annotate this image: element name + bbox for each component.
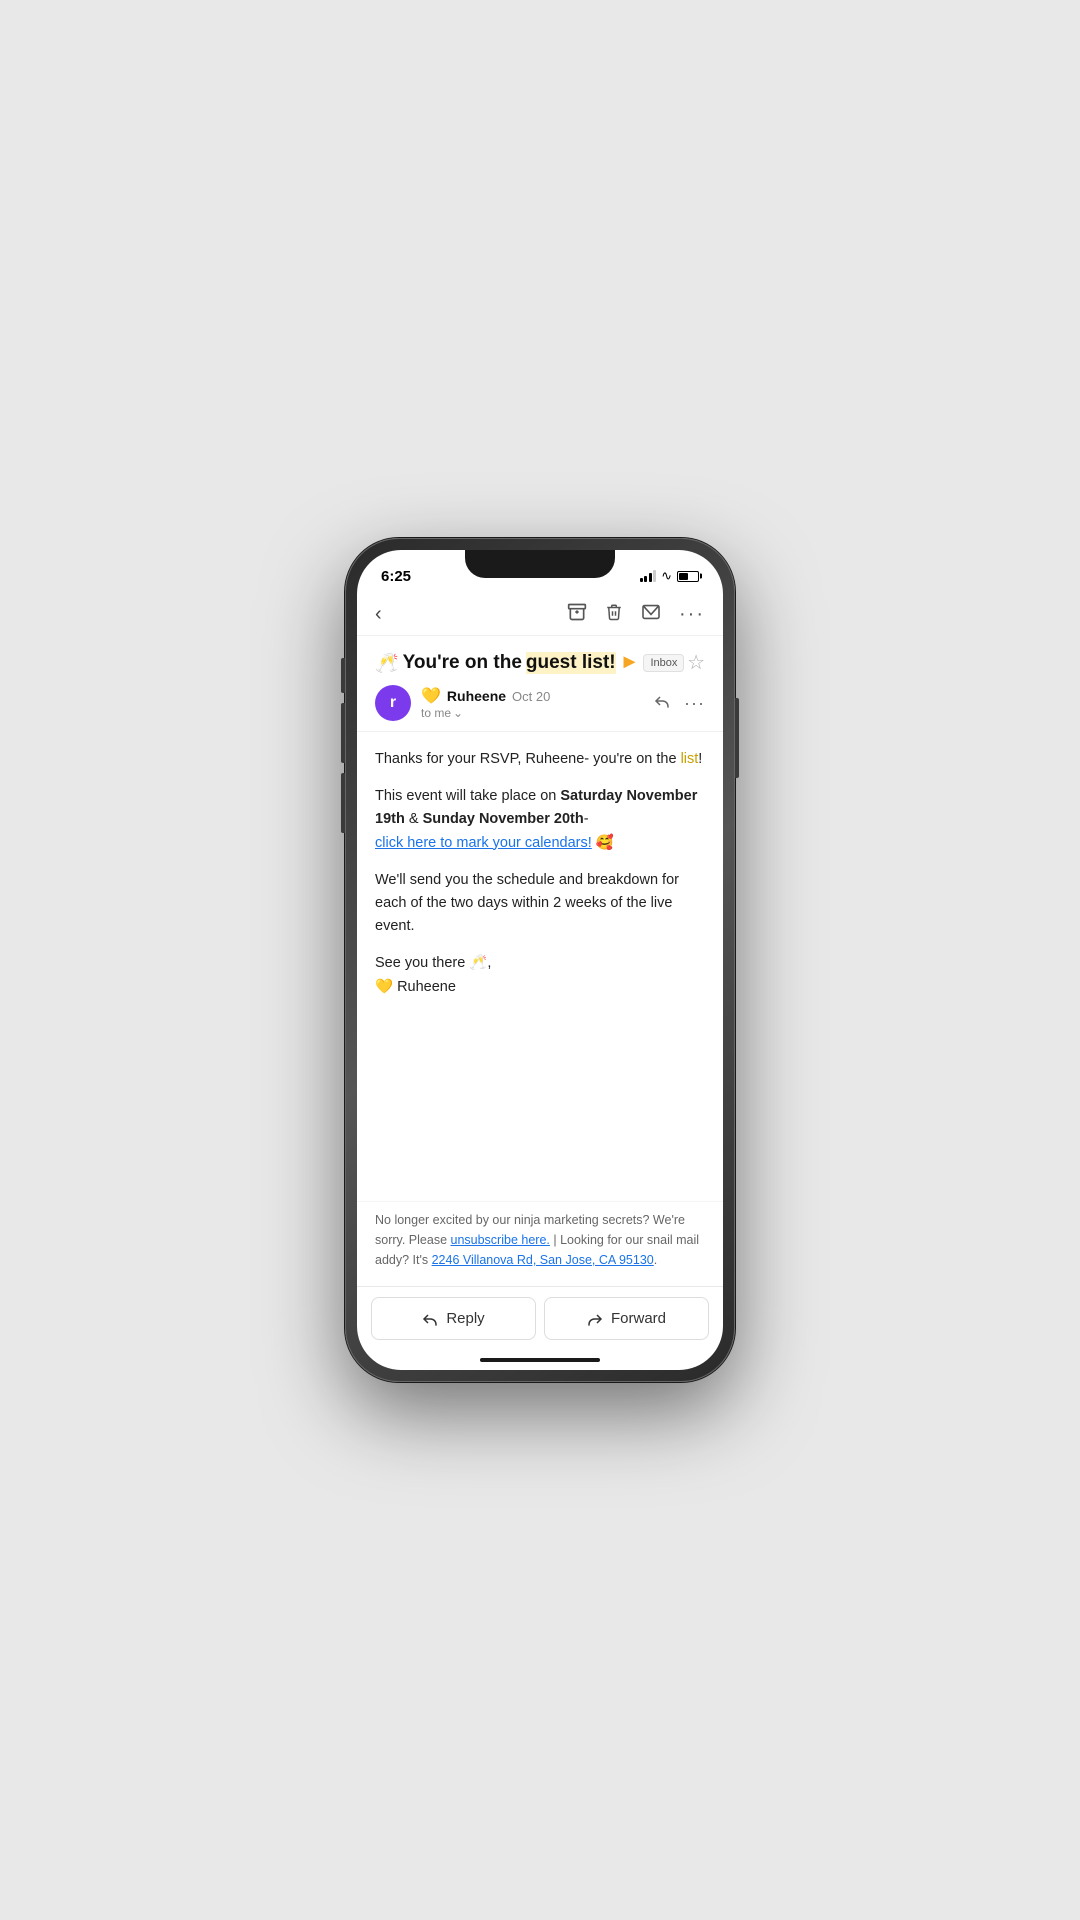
sender-date: Oct 20 <box>512 689 550 704</box>
subject-arrow: ► <box>620 651 640 674</box>
email-toolbar: ‹ <box>357 594 723 636</box>
forward-button-label: Forward <box>611 1310 666 1327</box>
inbox-badge: Inbox <box>643 654 684 672</box>
unsubscribe-link[interactable]: unsubscribe here. <box>451 1233 550 1247</box>
address-link[interactable]: 2246 Villanova Rd, San Jose, CA 95130 <box>432 1253 654 1267</box>
email-container: ‹ <box>357 594 723 1370</box>
sender-actions: ··· <box>654 693 705 714</box>
calendar-emoji: 🥰 <box>596 835 614 851</box>
sender-row: r 💛 Ruheene Oct 20 to me ⌄ <box>375 685 705 721</box>
reply-button[interactable]: Reply <box>371 1297 536 1340</box>
body-paragraph-3: We'll send you the schedule and breakdow… <box>375 869 705 939</box>
signal-bars-icon <box>640 570 657 582</box>
star-button[interactable]: ☆ <box>687 650 705 675</box>
action-buttons: Reply Forward <box>357 1286 723 1350</box>
event-date-2: Sunday November 20th <box>423 811 584 827</box>
subject-emoji: 🥂 <box>375 651 399 675</box>
calendar-link[interactable]: click here to mark your calendars! <box>375 835 592 851</box>
battery-icon <box>677 571 699 582</box>
more-button[interactable]: ··· <box>679 603 705 626</box>
notch <box>465 550 615 578</box>
reply-button-label: Reply <box>446 1310 484 1327</box>
mail-button[interactable] <box>641 604 661 625</box>
back-button[interactable]: ‹ <box>375 603 382 626</box>
body-paragraph-1: Thanks for your RSVP, Ruheene- you're on… <box>375 748 705 771</box>
email-header: 🥂 You're on the guest list! ► Inbox ☆ r <box>357 636 723 732</box>
reply-quick-button[interactable] <box>654 694 670 713</box>
status-icons: ∿ <box>640 568 699 584</box>
sender-info: 💛 Ruheene Oct 20 to me ⌄ <box>421 686 550 720</box>
email-subject: 🥂 You're on the guest list! ► Inbox <box>375 651 684 675</box>
to-me-label: to me ⌄ <box>421 706 550 720</box>
email-body: Thanks for your RSVP, Ruheene- you're on… <box>357 732 723 1201</box>
sender-heart-icon: 💛 <box>421 686 441 706</box>
archive-button[interactable] <box>567 602 587 627</box>
more-sender-button[interactable]: ··· <box>684 693 705 714</box>
avatar: r <box>375 685 411 721</box>
trash-button[interactable] <box>605 602 623 627</box>
status-time: 6:25 <box>381 568 411 585</box>
email-footer: No longer excited by our ninja marketing… <box>357 1201 723 1286</box>
list-link[interactable]: list <box>681 751 699 767</box>
forward-button[interactable]: Forward <box>544 1297 709 1340</box>
body-paragraph-2: This event will take place on Saturday N… <box>375 785 705 855</box>
home-indicator <box>357 1350 723 1370</box>
subject-highlight: guest list! <box>526 652 616 674</box>
body-closing: See you there 🥂, 💛 Ruheene <box>375 952 705 998</box>
wifi-icon: ∿ <box>661 568 672 584</box>
sender-name: Ruheene <box>447 688 506 704</box>
